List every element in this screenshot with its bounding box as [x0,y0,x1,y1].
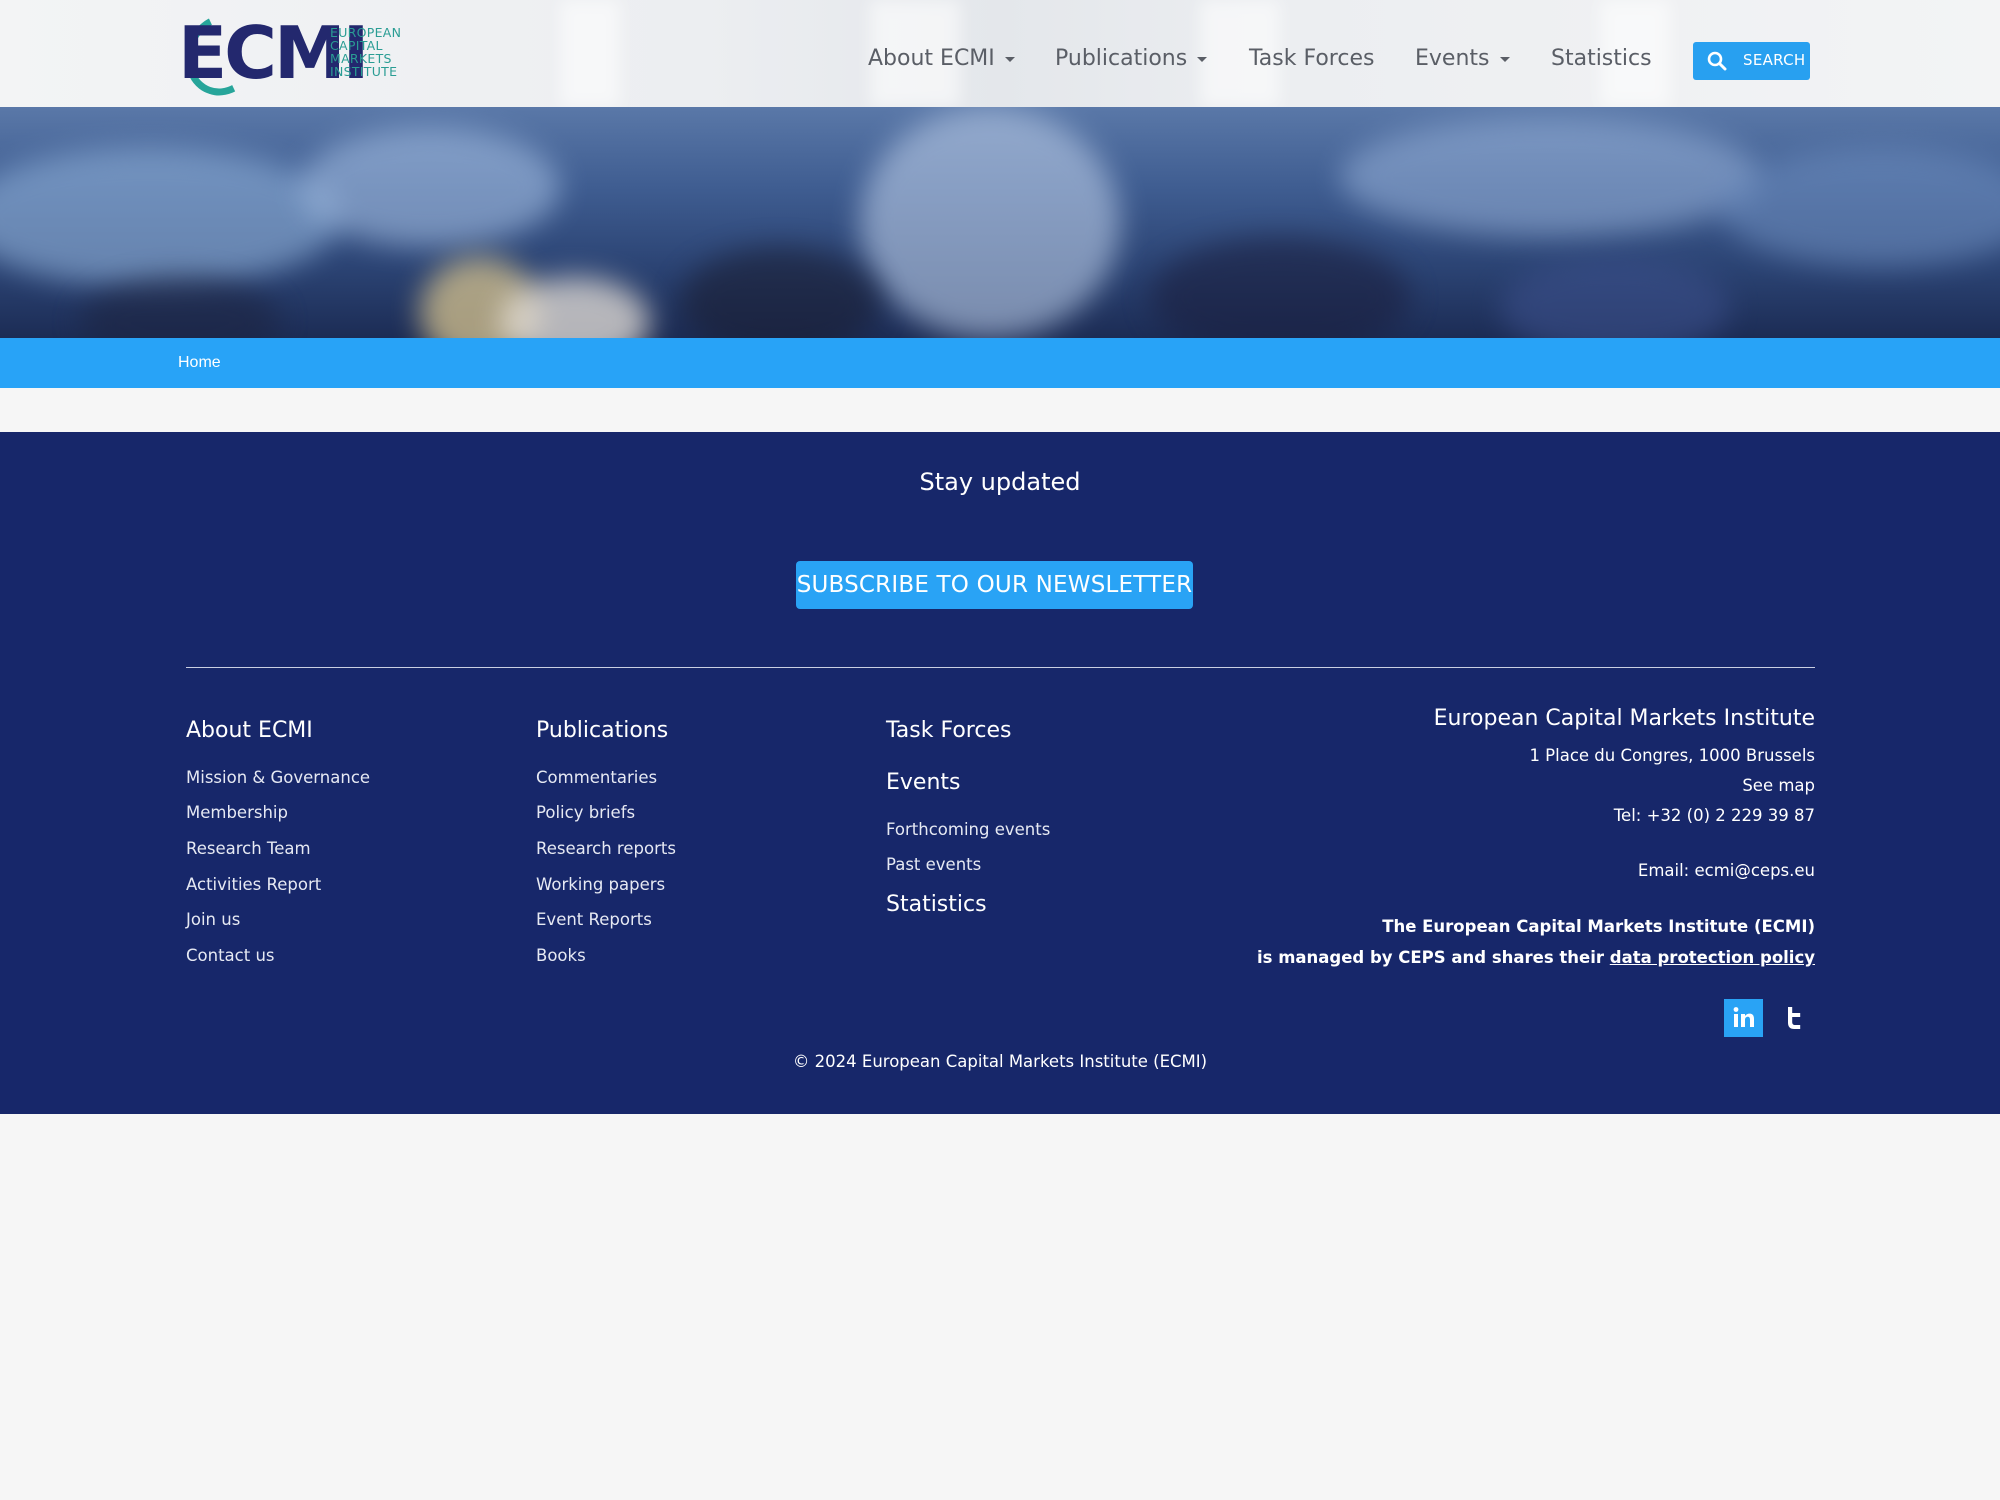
hero-aisle-blur [860,107,1120,338]
hero-banner [0,107,2000,338]
hero-audience-blur [1150,237,1410,338]
nav-about-ecmi[interactable]: About ECMI [868,46,1015,71]
logo-subtitle: EUROPEAN CAPITAL MARKETS INSTITUTE [330,26,401,78]
footer-link-contact-us[interactable]: Contact us [186,946,275,965]
nav-statistics[interactable]: Statistics [1551,46,1652,71]
footer-col-about: About ECMI [186,718,313,743]
contact-email: Email: ecmi@ceps.eu [1637,861,1815,880]
footer-link-research-team[interactable]: Research Team [186,839,311,858]
hero-audience-blur [1720,147,2000,267]
copyright: © 2024 European Capital Markets Institut… [792,1052,1208,1071]
header-background [560,0,620,107]
footer-link-forthcoming-events[interactable]: Forthcoming events [886,820,1050,839]
footer-col-publications: Publications [536,718,668,743]
footer-link-past-events[interactable]: Past events [886,855,981,874]
subscribe-newsletter-button[interactable]: SUBSCRIBE TO OUR NEWSLETTER [796,561,1193,609]
data-protection-policy-link[interactable]: data protection policy [1610,948,1815,967]
linkedin-button[interactable] [1724,999,1763,1037]
nav-task-forces[interactable]: Task Forces [1249,46,1374,71]
footer-link-research-reports[interactable]: Research reports [536,839,676,858]
hero-audience-blur [1500,257,1730,338]
footer-link-event-reports[interactable]: Event Reports [536,910,652,929]
hero-audience-blur [0,147,340,287]
managed-by-text: is managed by CEPS and shares their [1256,948,1610,967]
search-icon [1707,51,1727,71]
footer-link-commentaries[interactable]: Commentaries [536,768,657,787]
footer-link-join-us[interactable]: Join us [186,910,240,929]
twitter-icon [1788,1007,1801,1029]
linkedin-icon [1733,1007,1754,1027]
breadcrumb: Home [0,338,2000,388]
contact-institute-name: European Capital Markets Institute [1433,706,1815,731]
footer-task-forces-title[interactable]: Task Forces [886,718,1011,743]
site-header: ECMI EUROPEAN CAPITAL MARKETS INSTITUTE … [0,0,2000,107]
nav-label: About ECMI [868,46,995,71]
twitter-button[interactable] [1783,1004,1807,1032]
nav-publications[interactable]: Publications [1055,46,1208,71]
footer-events-title[interactable]: Events [886,770,961,795]
chevron-down-icon [1197,56,1208,62]
managed-by-line-1: The European Capital Markets Institute (… [1382,917,1815,936]
nav-label: Task Forces [1249,46,1375,71]
footer-about-title[interactable]: About ECMI [186,718,313,743]
footer-link-policy-briefs[interactable]: Policy briefs [536,803,635,822]
footer-statistics-title[interactable]: Statistics [886,892,987,917]
footer-link-mission[interactable]: Mission & Governance [186,768,370,787]
nav-label: Statistics [1551,46,1652,71]
nav-events[interactable]: Events [1415,46,1510,71]
hero-audience-blur [80,277,280,338]
search-label: SEARCH [1743,51,1806,69]
chevron-down-icon [1004,56,1015,62]
stay-updated-heading: Stay updated [919,468,1081,496]
footer-link-activities-report[interactable]: Activities Report [186,875,321,894]
footer-link-membership[interactable]: Membership [186,803,288,822]
managed-by-line-2: is managed by CEPS and shares their data… [1257,948,1815,967]
breadcrumb-home[interactable]: Home [178,354,221,372]
logo-subtitle-line: INSTITUTE [330,64,398,79]
nav-label: Events [1415,46,1490,71]
search-button[interactable]: SEARCH [1693,42,1810,80]
footer-link-working-papers[interactable]: Working papers [536,875,665,894]
footer-divider [186,667,1815,668]
hero-audience-blur [680,247,880,338]
site-footer: Stay updated SUBSCRIBE TO OUR NEWSLETTER… [0,432,2000,1114]
nav-label: Publications [1055,46,1188,71]
chevron-down-icon [1499,56,1510,62]
hero-audience-blur [300,127,560,247]
hero-audience-blur [1340,117,1760,237]
contact-see-map-link[interactable]: See map [1742,776,1815,795]
contact-phone: Tel: +32 (0) 2 229 39 87 [1613,806,1815,825]
footer-link-books[interactable]: Books [536,946,586,965]
ecmi-logo[interactable]: ECMI EUROPEAN CAPITAL MARKETS INSTITUTE [174,4,401,106]
footer-publications-title[interactable]: Publications [536,718,668,743]
contact-address: 1 Place du Congres, 1000 Brussels [1529,746,1815,765]
